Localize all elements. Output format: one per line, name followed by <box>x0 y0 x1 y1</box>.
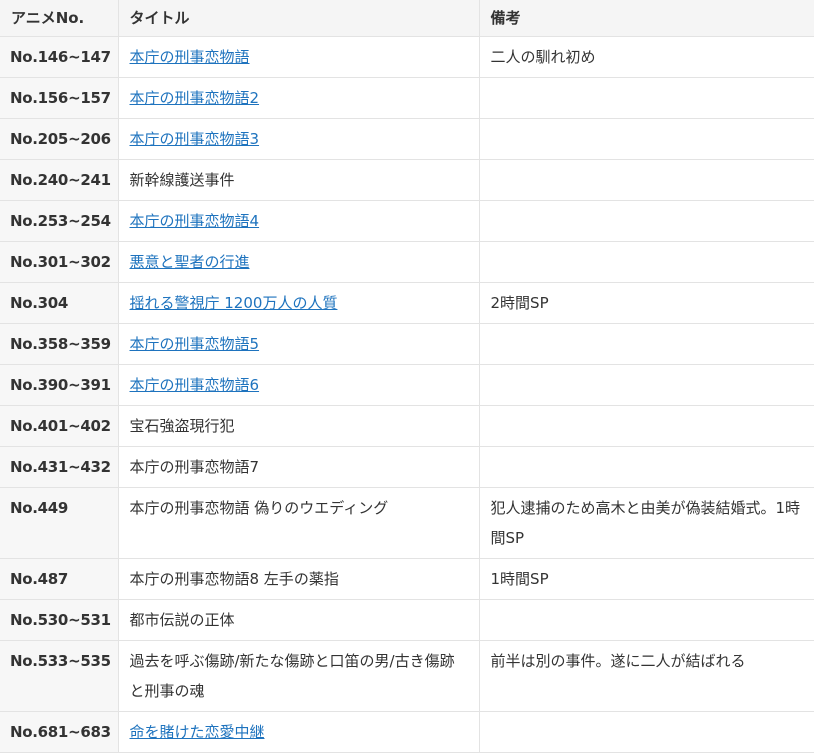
table-row: No.487 本庁の刑事恋物語8 左手の薬指 1時間SP <box>0 558 814 600</box>
episode-number: No.253~254 <box>0 200 119 242</box>
episode-title-link[interactable]: 本庁の刑事恋物語2 <box>130 89 260 107</box>
table-row: No.681~683 命を賭けた恋愛中継 <box>0 711 814 753</box>
episode-note <box>478 405 814 447</box>
header-title: タイトル <box>117 0 480 37</box>
episode-title-cell: 本庁の刑事恋物語3 <box>117 118 480 160</box>
episode-number: No.533~535 <box>0 640 119 712</box>
episode-note: 2時間SP <box>478 282 814 324</box>
episode-number: No.301~302 <box>0 241 119 283</box>
episode-title-link[interactable]: 本庁の刑事恋物語3 <box>130 130 260 148</box>
episode-title-cell: 本庁の刑事恋物語6 <box>117 364 480 406</box>
episode-number: No.401~402 <box>0 405 119 447</box>
episode-title-cell: 過去を呼ぶ傷跡/新たな傷跡と口笛の男/古き傷跡と刑事の魂 <box>117 640 480 712</box>
episode-title: 本庁の刑事恋物語8 左手の薬指 <box>129 570 339 588</box>
episode-title-cell: 新幹線護送事件 <box>117 159 480 201</box>
episode-title: 本庁の刑事恋物語7 <box>129 458 260 476</box>
header-anime-no: アニメNo. <box>0 0 119 37</box>
table-row: No.390~391 本庁の刑事恋物語6 <box>0 364 814 406</box>
episode-title: 都市伝説の正体 <box>129 611 235 629</box>
table-row: No.156~157 本庁の刑事恋物語2 <box>0 77 814 119</box>
episode-number: No.240~241 <box>0 159 119 201</box>
episode-title-link[interactable]: 悪意と聖者の行進 <box>130 253 250 271</box>
episode-note <box>478 364 814 406</box>
episode-number: No.487 <box>0 558 119 600</box>
episode-number: No.449 <box>0 487 119 559</box>
episode-number: No.156~157 <box>0 77 119 119</box>
episode-note: 二人の馴れ初め <box>478 36 814 78</box>
episode-note <box>478 200 814 242</box>
table-row: No.205~206 本庁の刑事恋物語3 <box>0 118 814 160</box>
episode-title-cell: 本庁の刑事恋物語 偽りのウエディング <box>117 487 480 559</box>
episode-note <box>478 323 814 365</box>
table-row: No.358~359 本庁の刑事恋物語5 <box>0 323 814 365</box>
episode-number: No.304 <box>0 282 119 324</box>
table-row: No.431~432 本庁の刑事恋物語7 <box>0 446 814 488</box>
episode-note <box>478 711 814 753</box>
episode-number: No.205~206 <box>0 118 119 160</box>
episode-title-link[interactable]: 命を賭けた恋愛中継 <box>130 723 265 741</box>
episode-note <box>478 241 814 283</box>
episode-title-cell: 本庁の刑事恋物語5 <box>117 323 480 365</box>
table-row: No.449 本庁の刑事恋物語 偽りのウエディング 犯人逮捕のため高木と由美が偽装結… <box>0 487 814 559</box>
episode-title-link[interactable]: 本庁の刑事恋物語5 <box>130 335 260 353</box>
episode-title-cell: 揺れる警視庁 1200万人の人質 <box>117 282 480 324</box>
episode-title-cell: 本庁の刑事恋物語4 <box>117 200 480 242</box>
episode-number: No.681~683 <box>0 711 119 753</box>
episode-note: 犯人逮捕のため高木と由美が偽装結婚式。1時間SP <box>478 487 814 559</box>
episode-title-cell: 命を賭けた恋愛中継 <box>117 711 480 753</box>
episode-note: 1時間SP <box>478 558 814 600</box>
episode-title-cell: 本庁の刑事恋物語8 左手の薬指 <box>117 558 480 600</box>
episode-number: No.358~359 <box>0 323 119 365</box>
episode-title: 新幹線護送事件 <box>129 171 235 189</box>
episode-title-cell: 宝石強盗現行犯 <box>117 405 480 447</box>
table-row: No.146~147 本庁の刑事恋物語 二人の馴れ初め <box>0 36 814 78</box>
table-row: No.301~302 悪意と聖者の行進 <box>0 241 814 283</box>
table-row: No.533~535 過去を呼ぶ傷跡/新たな傷跡と口笛の男/古き傷跡と刑事の魂 前半… <box>0 640 814 712</box>
episode-number: No.146~147 <box>0 36 119 78</box>
episode-title-link[interactable]: 本庁の刑事恋物語 <box>130 48 250 66</box>
episode-title-cell: 本庁の刑事恋物語 <box>117 36 480 78</box>
table-row: No.253~254 本庁の刑事恋物語4 <box>0 200 814 242</box>
episode-note <box>478 118 814 160</box>
episode-note <box>478 446 814 488</box>
table-row: No.530~531 都市伝説の正体 <box>0 599 814 641</box>
table-header-row: アニメNo. タイトル 備考 <box>0 0 814 37</box>
episode-title-link[interactable]: 本庁の刑事恋物語6 <box>130 376 260 394</box>
episode-number: No.390~391 <box>0 364 119 406</box>
episode-title: 宝石強盗現行犯 <box>129 417 235 435</box>
episode-title: 過去を呼ぶ傷跡/新たな傷跡と口笛の男/古き傷跡と刑事の魂 <box>129 652 455 700</box>
episode-note: 前半は別の事件。遂に二人が結ばれる <box>478 640 814 712</box>
table-row: No.304 揺れる警視庁 1200万人の人質 2時間SP <box>0 282 814 324</box>
episode-table: アニメNo. タイトル 備考 No.146~147 本庁の刑事恋物語 二人の馴れ初め… <box>0 0 814 753</box>
episode-title-cell: 本庁の刑事恋物語7 <box>117 446 480 488</box>
table-row: No.401~402 宝石強盗現行犯 <box>0 405 814 447</box>
episode-title-link[interactable]: 本庁の刑事恋物語4 <box>130 212 260 230</box>
episode-title: 本庁の刑事恋物語 偽りのウエディング <box>129 499 389 517</box>
episode-note <box>478 77 814 119</box>
episode-note <box>478 159 814 201</box>
episode-title-cell: 都市伝説の正体 <box>117 599 480 641</box>
header-note: 備考 <box>478 0 814 37</box>
table-row: No.240~241 新幹線護送事件 <box>0 159 814 201</box>
episode-note <box>478 599 814 641</box>
episode-title-cell: 本庁の刑事恋物語2 <box>117 77 480 119</box>
episode-title-cell: 悪意と聖者の行進 <box>117 241 480 283</box>
episode-number: No.431~432 <box>0 446 119 488</box>
episode-title-link[interactable]: 揺れる警視庁 1200万人の人質 <box>130 294 338 312</box>
episode-number: No.530~531 <box>0 599 119 641</box>
